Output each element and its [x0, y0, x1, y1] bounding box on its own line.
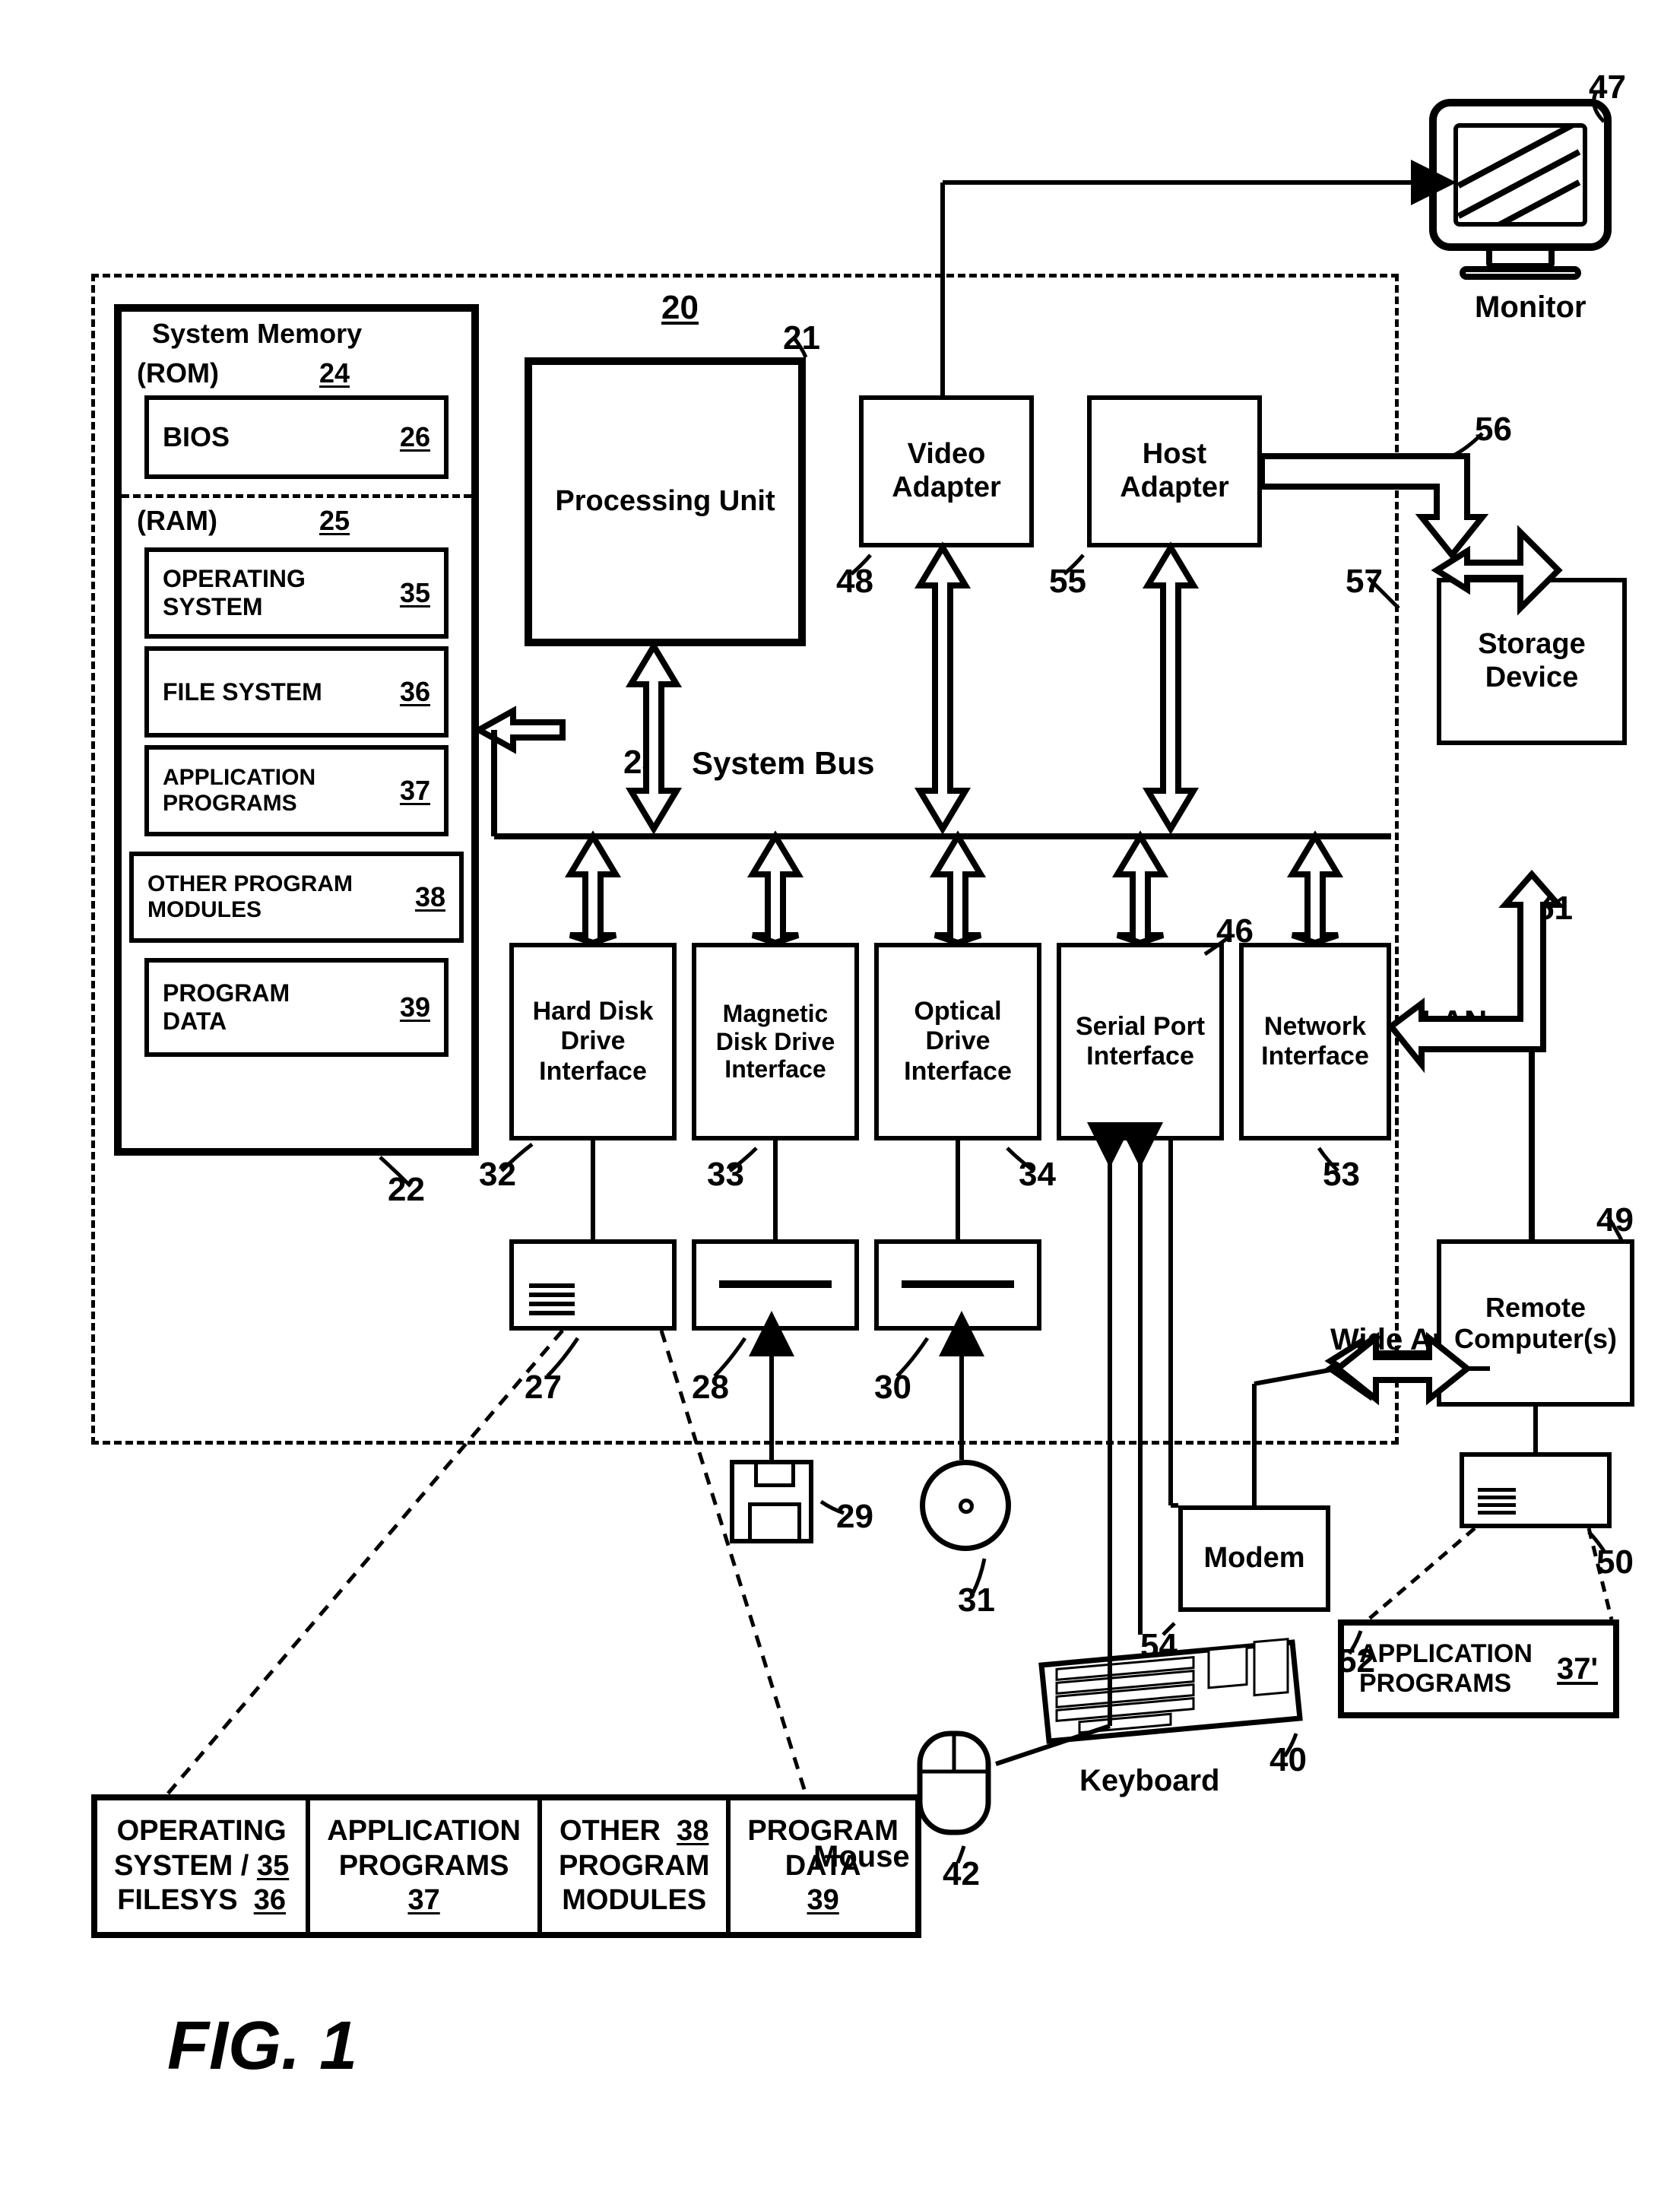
host-label: Host Adapter	[1092, 438, 1257, 504]
floppy-num: 29	[836, 1498, 873, 1536]
odd-num: 34	[1019, 1156, 1056, 1194]
hdd-interface: Hard Disk Drive Interface	[509, 943, 677, 1140]
monitor: Monitor	[1429, 99, 1612, 280]
lan-label: LAN	[1422, 1004, 1487, 1040]
host-adapter: Host Adapter	[1087, 395, 1262, 547]
proc-num: 21	[783, 319, 820, 357]
host-line-num: 56	[1475, 411, 1512, 449]
hdd-col-app: APPLICATION PROGRAMS 37	[310, 1800, 542, 1932]
hdd-col-other: OTHER 38 PROGRAM MODULES	[542, 1800, 731, 1932]
hdd-drive	[509, 1239, 677, 1331]
hdd-col-os: OPERATING SYSTEM / 35 FILESYS 36	[97, 1800, 310, 1932]
host-num: 55	[1049, 563, 1086, 601]
drive28-num: 28	[692, 1369, 729, 1407]
video-label: Video Adapter	[864, 438, 1029, 504]
remote-computer: Remote Computer(s)	[1437, 1239, 1634, 1407]
diagram-canvas: 20 Monitor 47 System Memory (ROM) 24 BIO…	[30, 30, 1650, 2181]
mem-num: 22	[388, 1171, 425, 1209]
remote-num: 49	[1596, 1201, 1634, 1239]
remote-app-box: APPLICATION PROGRAMS 37'	[1338, 1619, 1619, 1718]
disc-icon	[920, 1460, 1011, 1551]
storage-device: Storage Device	[1437, 578, 1627, 745]
mdd-interface: Magnetic Disk Drive Interface	[692, 943, 859, 1140]
fs-label: FILE SYSTEM	[163, 678, 322, 706]
processing-unit: Processing Unit	[525, 357, 806, 646]
computer-num: 20	[661, 289, 699, 327]
floppy-icon	[730, 1460, 813, 1543]
bios-box: BIOS 26	[144, 395, 449, 479]
mag-drive	[692, 1239, 859, 1331]
net-num: 53	[1323, 1156, 1360, 1194]
os-box: OPERATING SYSTEM 35	[144, 547, 449, 639]
bios-label: BIOS	[163, 421, 230, 453]
bus-label: System Bus	[692, 745, 874, 782]
remote-app-label: APPLICATION PROGRAMS	[1359, 1639, 1549, 1699]
mdd-num: 33	[707, 1156, 744, 1194]
opm-num: 38	[415, 881, 445, 913]
os-label: OPERATING SYSTEM	[163, 565, 360, 621]
remote-drive-num: 50	[1596, 1543, 1634, 1581]
drive27-num: 27	[525, 1369, 562, 1407]
hdd-contents-table: OPERATING SYSTEM / 35 FILESYS 36 APPLICA…	[91, 1794, 921, 1938]
net-label: Network Interface	[1244, 1012, 1387, 1071]
spi-label: Serial Port Interface	[1061, 1012, 1219, 1071]
kb-label: Keyboard	[1079, 1764, 1220, 1798]
ram-num: 25	[319, 505, 350, 537]
net-interface: Network Interface	[1239, 943, 1391, 1140]
fs-box: FILE SYSTEM 36	[144, 646, 449, 738]
odd-interface: Optical Drive Interface	[874, 943, 1041, 1140]
video-num: 48	[836, 563, 873, 601]
bus-num: 23	[623, 744, 661, 782]
odd-label: Optical Drive Interface	[879, 997, 1037, 1086]
storage-num: 57	[1346, 563, 1383, 601]
os-num: 35	[400, 577, 430, 609]
remote-app-num: 37'	[1557, 1652, 1598, 1686]
kb-line-num: 52	[1338, 1642, 1375, 1680]
mouse-icon	[912, 1726, 996, 1840]
monitor-label: Monitor	[1475, 290, 1586, 325]
remote-label: Remote Computer(s)	[1441, 1292, 1630, 1355]
mouse-num: 42	[943, 1855, 980, 1893]
remote-drive	[1460, 1452, 1612, 1528]
kb-num: 40	[1270, 1741, 1307, 1779]
figure-caption: FIG. 1	[167, 2007, 357, 2086]
rom-num: 24	[319, 357, 350, 389]
pd-label: PROGRAM DATA	[163, 979, 353, 1036]
pd-box: PROGRAM DATA 39	[144, 958, 449, 1057]
video-adapter: Video Adapter	[859, 395, 1034, 547]
mdd-label: Magnetic Disk Drive Interface	[696, 1000, 854, 1083]
drive30-num: 30	[874, 1369, 911, 1407]
hdd-label: Hard Disk Drive Interface	[514, 997, 672, 1086]
opt-drive	[874, 1239, 1041, 1331]
mem-title: System Memory	[152, 318, 362, 350]
rom-label: (ROM)	[137, 357, 219, 389]
modem: Modem	[1178, 1505, 1330, 1612]
bios-num: 26	[400, 421, 430, 453]
spi-interface: Serial Port Interface	[1057, 943, 1224, 1140]
proc-label: Processing Unit	[555, 485, 775, 519]
fs-num: 36	[400, 676, 430, 708]
keyboard-icon	[1034, 1635, 1308, 1749]
opm-box: OTHER PROGRAM MODULES 38	[129, 852, 464, 943]
lan-num: 51	[1536, 890, 1573, 928]
app-box: APPLICATION PROGRAMS 37	[144, 745, 449, 836]
opm-label: OTHER PROGRAM MODULES	[147, 871, 376, 923]
monitor-num: 47	[1589, 68, 1626, 106]
storage-label: Storage Device	[1441, 628, 1622, 694]
app-num: 37	[400, 775, 430, 807]
hdd-num: 32	[479, 1156, 516, 1194]
hdd-col-data: PROGRAM DATA 39	[731, 1800, 914, 1932]
pd-num: 39	[400, 991, 430, 1023]
app-label: APPLICATION PROGRAMS	[163, 765, 360, 817]
disc-num: 31	[958, 1581, 995, 1619]
modem-label: Modem	[1204, 1542, 1305, 1575]
ram-label: (RAM)	[137, 505, 217, 537]
